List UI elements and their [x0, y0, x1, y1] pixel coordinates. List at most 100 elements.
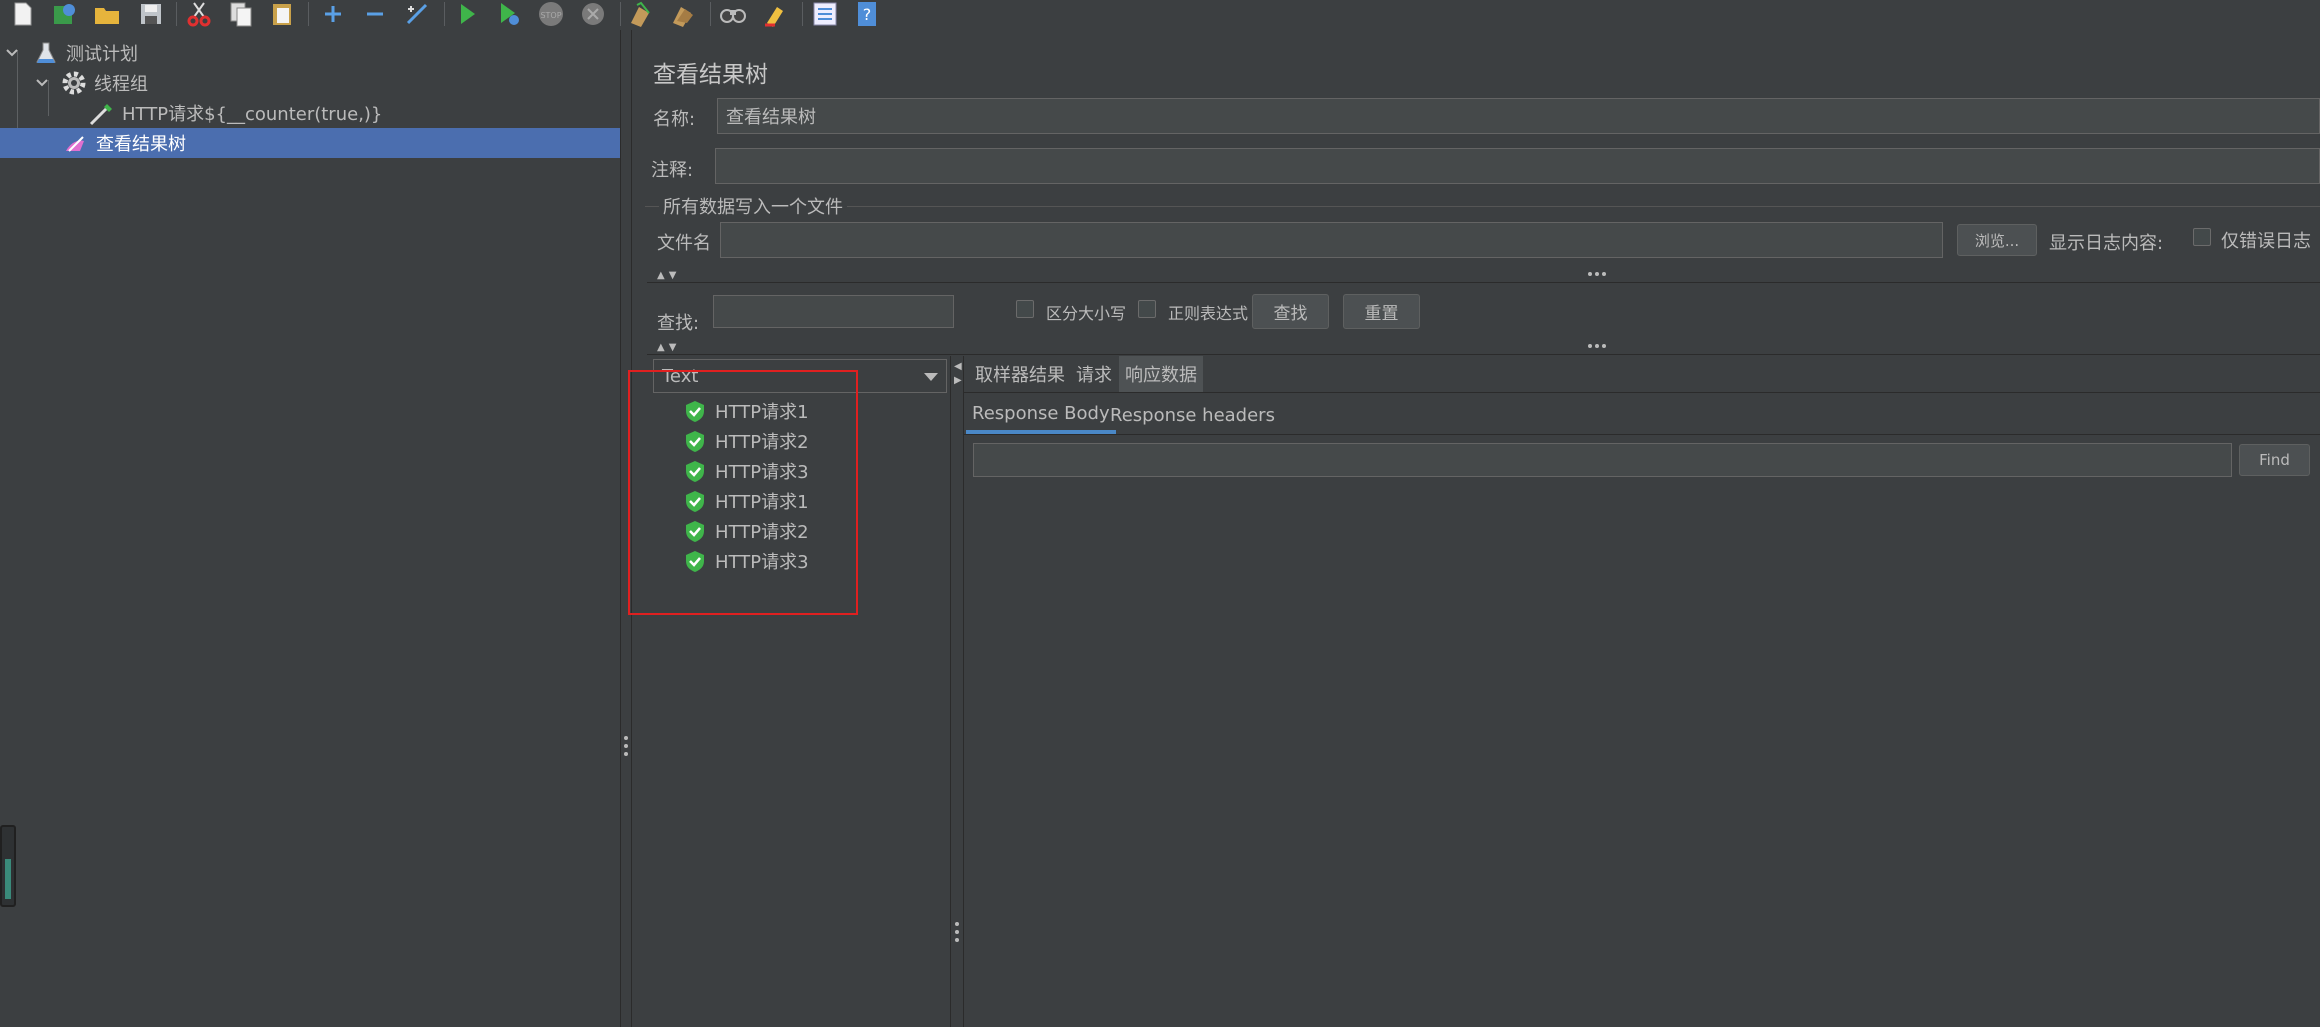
list-item[interactable]: HTTP请求2 [683, 516, 809, 546]
stop-icon[interactable]: STOP [536, 0, 566, 28]
errors-only-checkbox[interactable] [2193, 228, 2211, 246]
tree-item-test-plan[interactable]: 测试计划 [0, 38, 620, 68]
reset-search-icon[interactable] [760, 0, 790, 28]
help-icon[interactable]: ? [852, 0, 882, 28]
response-body-area[interactable] [964, 482, 2320, 1027]
file-name-field[interactable] [720, 222, 1943, 258]
chevron-down-icon [924, 373, 938, 381]
success-shield-icon [683, 459, 707, 483]
divider-grip[interactable] [1588, 344, 1606, 348]
tree-item-http-request[interactable]: HTTP请求${__counter(true,)} [0, 98, 620, 128]
case-sensitive-checkbox[interactable] [1016, 300, 1034, 318]
templates-icon[interactable] [50, 0, 80, 28]
find-button[interactable]: 查找 [1252, 294, 1329, 329]
toolbar: STOP ? [0, 0, 2320, 30]
success-shield-icon [683, 489, 707, 513]
browse-button[interactable]: 浏览... [1957, 224, 2037, 256]
svg-text:STOP: STOP [540, 11, 561, 20]
list-item[interactable]: HTTP请求2 [683, 426, 809, 456]
listener-icon [62, 129, 90, 157]
svg-text:?: ? [863, 5, 872, 24]
list-item-label: HTTP请求2 [715, 522, 809, 543]
clear-icon[interactable] [626, 0, 656, 28]
function-helper-icon[interactable] [810, 0, 840, 28]
renderer-select-value: Text [662, 365, 699, 387]
chevron-down-icon[interactable] [34, 75, 50, 91]
success-shield-icon [683, 429, 707, 453]
regex-checkbox[interactable] [1138, 300, 1156, 318]
divider-line [647, 354, 2320, 355]
list-item-label: HTTP请求2 [715, 432, 809, 453]
log-content-label: 显示日志内容: [2049, 233, 2164, 254]
copy-icon[interactable] [226, 0, 256, 28]
tab-response-data[interactable]: 响应数据 [1119, 356, 1203, 392]
expand-icon[interactable] [318, 0, 348, 28]
flask-icon [32, 39, 60, 67]
tree-item-label: 测试计划 [66, 44, 138, 65]
list-item[interactable]: HTTP请求1 [683, 486, 809, 516]
pipette-icon [88, 99, 116, 127]
test-plan-tree: 测试计划 线程组 HTTP请求${__counter(true,)} 查看结果树 [0, 30, 620, 1027]
tree-item-thread-group[interactable]: 线程组 [0, 68, 620, 98]
new-file-icon[interactable] [8, 0, 38, 28]
save-icon[interactable] [136, 0, 166, 28]
chevron-down-icon[interactable] [4, 45, 20, 61]
toggle-icon[interactable] [402, 0, 432, 28]
list-item-label: HTTP请求3 [715, 462, 809, 483]
name-field-value: 查看结果树 [726, 107, 816, 128]
list-item-label: HTTP请求1 [715, 402, 809, 423]
open-icon[interactable] [92, 0, 122, 28]
start-icon[interactable] [452, 0, 482, 28]
list-item[interactable]: HTTP请求3 [683, 546, 809, 576]
cut-icon[interactable] [184, 0, 214, 28]
list-item[interactable]: HTTP请求3 [683, 456, 809, 486]
memory-indicator [0, 825, 16, 907]
tab-response-headers[interactable]: Response headers [1104, 396, 1281, 434]
list-item-label: HTTP请求1 [715, 492, 809, 513]
file-section-border [645, 206, 2320, 207]
collapse-icon[interactable] [360, 0, 390, 28]
comment-field[interactable] [715, 148, 2320, 184]
left-splitter[interactable] [620, 30, 632, 1027]
shutdown-icon[interactable] [578, 0, 608, 28]
renderer-select[interactable]: Text [653, 359, 947, 393]
tree-item-label: HTTP请求${__counter(true,)} [122, 104, 383, 125]
tab-request[interactable]: 请求 [1070, 356, 1118, 392]
results-splitter[interactable] [950, 356, 951, 1027]
response-find-input[interactable] [973, 443, 2232, 477]
success-shield-icon [683, 519, 707, 543]
comment-label: 注释: [651, 160, 694, 181]
paste-icon[interactable] [268, 0, 298, 28]
page-title: 查看结果树 [653, 62, 768, 88]
file-section-title: 所有数据写入一个文件 [659, 193, 847, 219]
splitter-arrows-icon[interactable]: ◀ ▶ [954, 360, 962, 388]
tree-item-view-results-tree[interactable]: 查看结果树 [0, 128, 620, 158]
collapse-arrows-icon[interactable]: ▲▼ [657, 342, 680, 353]
list-item[interactable]: HTTP请求1 [683, 396, 809, 426]
name-field[interactable]: 查看结果树 [717, 98, 2320, 134]
gear-icon [60, 69, 88, 97]
search-label: 查找: [657, 313, 700, 334]
search-input[interactable] [713, 295, 954, 328]
tab-sampler-result[interactable]: 取样器结果 [969, 356, 1071, 392]
success-shield-icon [683, 549, 707, 573]
splitter-grip[interactable] [955, 922, 959, 942]
success-shield-icon [683, 399, 707, 423]
search-icon[interactable] [718, 0, 748, 28]
tree-item-label: 查看结果树 [96, 134, 186, 155]
subtab-divider [964, 434, 2320, 435]
divider-grip[interactable] [1588, 272, 1606, 276]
errors-only-label: 仅错误日志 [2221, 231, 2311, 252]
tree-item-label: 线程组 [94, 74, 148, 95]
collapse-arrows-icon[interactable]: ▲▼ [657, 270, 680, 281]
start-no-pause-icon[interactable] [494, 0, 524, 28]
name-label: 名称: [653, 109, 696, 130]
divider-line [647, 282, 2320, 283]
tab-divider [964, 392, 2320, 393]
response-find-button[interactable]: Find [2239, 444, 2310, 476]
clear-all-icon[interactable] [668, 0, 698, 28]
file-name-label: 文件名 [657, 233, 711, 254]
reset-button[interactable]: 重置 [1343, 294, 1420, 329]
view-results-tree-panel: 查看结果树 名称: 查看结果树 注释: 所有数据写入一个文件 文件名 浏览...… [633, 30, 2320, 1027]
tab-response-body[interactable]: Response Body [966, 396, 1116, 434]
